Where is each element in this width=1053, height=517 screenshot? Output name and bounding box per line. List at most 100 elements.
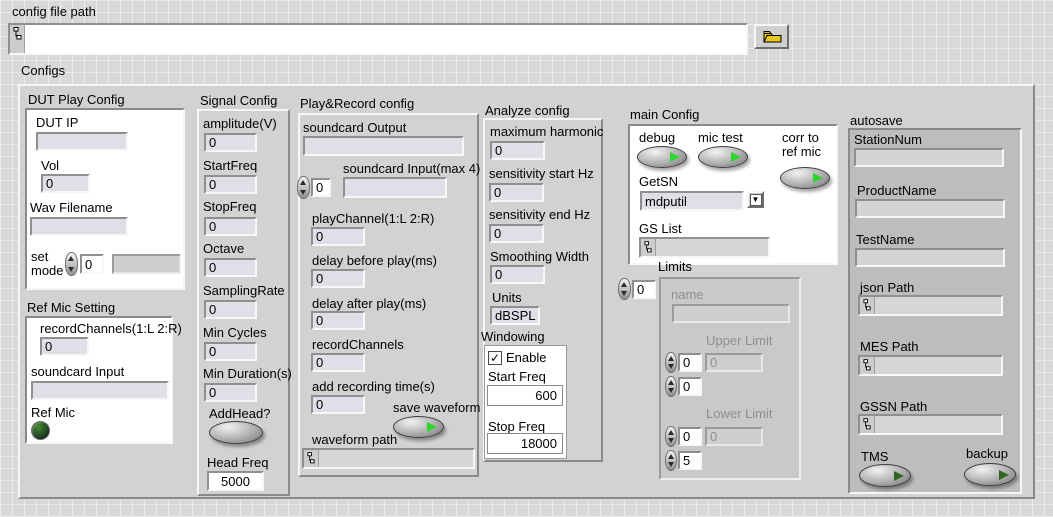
station-num-field[interactable] bbox=[854, 148, 1004, 167]
limits-index-spinner[interactable] bbox=[618, 278, 631, 300]
units-field[interactable]: dBSPL bbox=[490, 306, 540, 325]
record-channels-label: recordChannels(1:L 2:R) bbox=[40, 322, 182, 336]
toggle-arrow-icon bbox=[427, 422, 437, 432]
head-freq-field[interactable]: 5000 bbox=[207, 471, 264, 491]
lower-limit-spinner-1[interactable] bbox=[665, 426, 677, 447]
upper-limit-field-2[interactable]: 0 bbox=[678, 377, 702, 396]
gs-list-path-input[interactable] bbox=[639, 237, 770, 258]
save-waveform-toggle[interactable] bbox=[393, 416, 444, 438]
lower-limit-spinner-2[interactable] bbox=[665, 450, 677, 471]
check-icon: ✓ bbox=[490, 352, 500, 364]
corr-label-line1: corr to bbox=[782, 130, 819, 145]
backup-toggle[interactable] bbox=[964, 463, 1016, 486]
min-cycles-label: Min Cycles bbox=[203, 326, 267, 340]
soundcard-output-field[interactable] bbox=[303, 136, 464, 156]
dut-ip-field[interactable] bbox=[36, 132, 128, 151]
limits-name-label: name bbox=[671, 288, 704, 302]
samplingrate-field[interactable]: 0 bbox=[204, 300, 257, 319]
ref-mic-setting-title: Ref Mic Setting bbox=[27, 301, 115, 315]
corr-to-ref-mic-toggle[interactable] bbox=[780, 167, 830, 189]
upper-limit-field-1[interactable]: 0 bbox=[678, 353, 702, 372]
path-glyph-icon bbox=[10, 25, 25, 53]
product-name-field[interactable] bbox=[855, 199, 1005, 218]
gssn-path-value[interactable] bbox=[875, 416, 1001, 433]
set-mode-spinner[interactable] bbox=[65, 252, 78, 276]
config-file-path-label: config file path bbox=[12, 5, 96, 19]
sensitivity-start-field[interactable]: 0 bbox=[489, 183, 544, 202]
stop-freq-field[interactable]: 18000 bbox=[487, 433, 563, 454]
waveform-path-input[interactable] bbox=[302, 448, 475, 469]
sensitivity-end-field[interactable]: 0 bbox=[489, 224, 544, 243]
waveform-path-value[interactable] bbox=[319, 450, 473, 467]
stopfreq-field[interactable]: 0 bbox=[204, 217, 257, 236]
delay-after-play-field[interactable]: 0 bbox=[311, 311, 365, 330]
upper-limit-spinner-2[interactable] bbox=[665, 376, 677, 397]
config-file-path-input[interactable] bbox=[8, 23, 748, 55]
wav-filename-label: Wav Filename bbox=[30, 201, 113, 215]
soundcard-input-index-field[interactable]: 0 bbox=[311, 178, 331, 197]
mic-test-label: mic test bbox=[698, 131, 743, 145]
folder-icon bbox=[762, 29, 782, 44]
record-channels-field[interactable]: 0 bbox=[40, 337, 89, 356]
toggle-arrow-icon bbox=[731, 152, 741, 162]
add-recording-time-field[interactable]: 0 bbox=[311, 395, 365, 414]
maximum-harmonic-field[interactable]: 0 bbox=[490, 141, 545, 160]
getsn-combo-field[interactable]: mdputil bbox=[640, 191, 744, 211]
ref-soundcard-input-field[interactable] bbox=[31, 381, 169, 400]
startfreq-field[interactable]: 0 bbox=[204, 175, 257, 194]
stopfreq-label: StopFreq bbox=[203, 200, 256, 214]
enable-checkbox[interactable]: ✓ bbox=[488, 351, 502, 365]
mes-path-label: MES Path bbox=[860, 340, 919, 354]
lower-limit-field-1[interactable]: 0 bbox=[678, 427, 702, 446]
min-cycles-field[interactable]: 0 bbox=[204, 342, 257, 361]
limits-title: Limits bbox=[658, 260, 692, 274]
analyze-config-title: Analyze config bbox=[485, 104, 570, 118]
json-path-input[interactable] bbox=[858, 295, 1003, 316]
mic-test-toggle[interactable] bbox=[698, 146, 748, 168]
set-mode-display bbox=[112, 254, 181, 274]
tms-toggle[interactable] bbox=[859, 464, 911, 487]
ref-mic-led-label: Ref Mic bbox=[31, 406, 75, 420]
vol-label: Vol bbox=[41, 159, 59, 173]
config-file-path-value[interactable] bbox=[25, 25, 746, 53]
playchannel-field[interactable]: 0 bbox=[311, 227, 365, 246]
mes-path-value[interactable] bbox=[875, 357, 1001, 374]
signal-config-title: Signal Config bbox=[200, 94, 277, 108]
octave-field[interactable]: 0 bbox=[204, 258, 257, 277]
path-glyph-icon bbox=[304, 450, 319, 467]
limits-index-field[interactable]: 0 bbox=[632, 280, 656, 299]
vol-field[interactable]: 0 bbox=[41, 174, 90, 193]
addhead-toggle[interactable] bbox=[209, 421, 263, 444]
soundcard-input-max4-field[interactable] bbox=[343, 177, 447, 198]
save-waveform-label: save waveform bbox=[393, 401, 480, 415]
amplitude-field[interactable]: 0 bbox=[204, 133, 257, 152]
maximum-harmonic-label: maximum harmonic bbox=[490, 125, 603, 139]
upper-limit-label: Upper Limit bbox=[706, 334, 772, 348]
start-freq-field[interactable]: 600 bbox=[487, 385, 563, 406]
set-mode-label-line1: set bbox=[31, 249, 48, 264]
set-mode-field[interactable]: 0 bbox=[80, 254, 104, 274]
debug-toggle[interactable] bbox=[637, 146, 687, 168]
head-freq-label: Head Freq bbox=[207, 456, 268, 470]
gs-list-label: GS List bbox=[639, 222, 682, 236]
mes-path-input[interactable] bbox=[858, 355, 1003, 376]
upper-limit-spinner-1[interactable] bbox=[665, 352, 677, 373]
delay-before-play-field[interactable]: 0 bbox=[311, 269, 365, 288]
getsn-dropdown-button[interactable]: ▼ bbox=[747, 191, 764, 208]
recordchannels-field[interactable]: 0 bbox=[311, 353, 365, 372]
enable-label: Enable bbox=[506, 351, 546, 365]
units-label: Units bbox=[492, 291, 522, 305]
gs-list-path-value[interactable] bbox=[656, 239, 768, 256]
json-path-value[interactable] bbox=[875, 297, 1001, 314]
soundcard-output-label: soundcard Output bbox=[303, 121, 406, 135]
soundcard-input-index-spinner[interactable] bbox=[297, 176, 310, 199]
wav-filename-field[interactable] bbox=[30, 217, 128, 236]
toggle-arrow-icon bbox=[894, 471, 904, 481]
min-duration-field[interactable]: 0 bbox=[204, 383, 257, 402]
smoothing-width-field[interactable]: 0 bbox=[490, 265, 545, 284]
lower-limit-field-2[interactable]: 5 bbox=[678, 451, 702, 470]
browse-button[interactable] bbox=[754, 24, 789, 49]
ref-mic-led[interactable] bbox=[31, 421, 50, 440]
gssn-path-input[interactable] bbox=[858, 414, 1003, 435]
test-name-field[interactable] bbox=[855, 248, 1005, 267]
